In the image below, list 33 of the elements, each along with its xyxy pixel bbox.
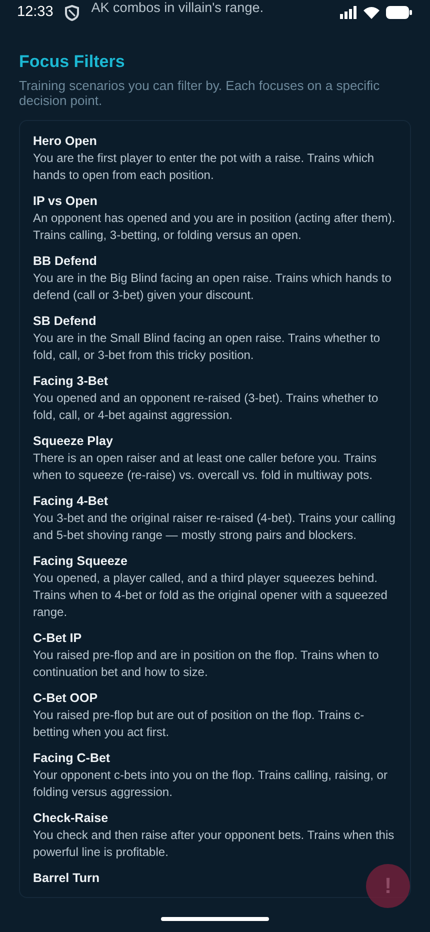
filter-description: You opened, a player called, and a third player squeezes behind. Trains when to 4-bet or fold as the original opener with a squeezed range. [33, 570, 388, 621]
filter-name: Hero Open [33, 133, 97, 150]
filter-name: BB Defend [33, 253, 97, 270]
filter-description: You raised pre-flop and are in position on the flop. Trains when to continuation bet and how to size. [33, 647, 380, 681]
page-subtitle: Training scenarios you can filter by. Each focuses on a specific decision point. [19, 78, 381, 108]
filter-description: You opened and an opponent re-raised (3-bet). Trains whether to fold, call, or 4-bet against aggression. [33, 390, 380, 424]
filter-description: You raised pre-flop but are out of position on the flop. Trains c-betting when you act first. [33, 707, 366, 741]
filter-description: There is an open raiser and at least one caller before you. Trains when to squeeze (re-raise) vs. overcall vs. fold in multiway pots. [33, 450, 378, 484]
filter-name: C-Bet IP [33, 630, 82, 647]
shield-icon [65, 5, 80, 21]
filter-description: You are in the Small Blind facing an open raise. Trains whether to fold, call, or 3-bet from this tricky position. [33, 330, 382, 364]
filter-description: An opponent has opened and you are in position (acting after them). Trains calling, 3-betting, or folding versus an open. [33, 210, 396, 244]
filter-name: Facing 3-Bet [33, 373, 108, 390]
signal-icon [340, 6, 357, 18]
filter-name: SB Defend [33, 313, 96, 330]
filter-description: Your opponent c-bets into you on the flop. Trains calling, raising, or folding versus aggression. [33, 767, 388, 801]
status-time: 12:33 [17, 4, 54, 20]
battery-icon [386, 6, 412, 18]
page-title: Focus Filters [19, 52, 126, 72]
filter-name: Facing 4-Bet [33, 493, 108, 510]
filter-name: Barrel Turn [33, 870, 100, 887]
wifi-icon [363, 6, 380, 18]
filter-name: Facing C-Bet [33, 750, 110, 767]
filter-description: You check and then raise after your opponent bets. Trains when this powerful line is profitable. [33, 827, 396, 861]
filter-description: You are in the Big Blind facing an open raise. Trains which hands to defend (call or 3-bet) given your discount. [33, 270, 392, 304]
filter-name: IP vs Open [33, 193, 98, 210]
filter-name: Check-Raise [33, 810, 108, 827]
scrolled-text: AK combos in villain's range. [91, 0, 264, 15]
filter-name: Facing Squeeze [33, 553, 128, 570]
filter-description: You 3-bet and the original raiser re-raised (4-bet). Trains your calling and 5-bet shoving range — mostly strong pairs and blockers. [33, 510, 396, 544]
filter-name: C-Bet OOP [33, 690, 98, 707]
filter-name: Squeeze Play [33, 433, 113, 450]
filter-description: You are the first player to enter the pot with a raise. Trains which hands to open from each position. [33, 150, 376, 184]
